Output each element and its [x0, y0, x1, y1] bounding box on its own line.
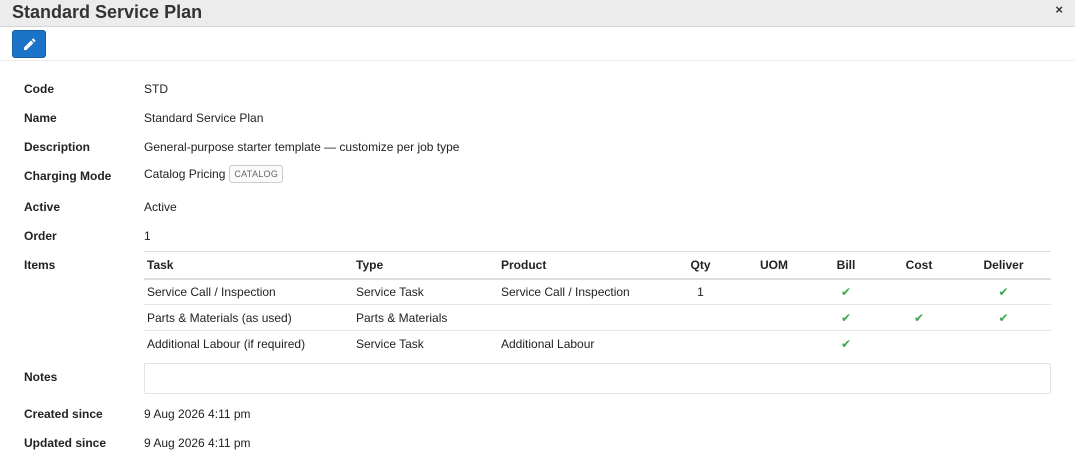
cost-check-icon: ✔ [882, 304, 956, 331]
description-label: Description [24, 140, 91, 154]
charging-mode-value: Catalog Pricing CATALOG [144, 165, 284, 184]
cell-product: Service Call / Inspection [498, 278, 663, 305]
code-value: STD [144, 82, 168, 96]
table-row: Additional Labour (if required) Service … [144, 331, 1051, 357]
name-label: Name [24, 111, 57, 125]
column-header-task: Task [144, 251, 353, 280]
deliver-check-icon: ✔ [956, 278, 1051, 305]
order-label: Order [24, 229, 57, 243]
created-label: Created since [24, 407, 103, 421]
charging-mode-label: Charging Mode [24, 169, 112, 183]
bill-check-icon: ✔ [810, 304, 882, 331]
code-label: Code [24, 82, 54, 96]
cell-type: Parts & Materials [353, 304, 498, 331]
updated-value: 9 Aug 2026 4:11 pm [144, 436, 251, 450]
cell-task: Additional Labour (if required) [147, 336, 306, 351]
cost-check-icon [882, 278, 956, 305]
table-row: Parts & Materials (as used) Parts & Mate… [144, 304, 1051, 331]
column-header-product: Product [498, 251, 663, 280]
cell-qty [663, 331, 738, 357]
cell-product [498, 304, 663, 331]
cell-uom [738, 304, 810, 331]
column-header-type: Type [353, 251, 498, 280]
active-label: Active [24, 200, 61, 214]
active-value: Active [144, 200, 177, 214]
window-header: Standard Service Plan × [0, 0, 1075, 27]
cell-qty: 1 [663, 278, 738, 305]
column-header-cost: Cost [882, 251, 956, 280]
cell-type: Service Task [356, 336, 424, 351]
order-value: 1 [144, 229, 151, 243]
cell-product: Additional Labour [501, 336, 595, 351]
column-header-deliver: Deliver [956, 251, 1051, 280]
cost-check-icon [882, 331, 956, 357]
cell-task: Service Call / Inspection [144, 278, 353, 305]
toolbar [0, 27, 1075, 61]
table-row: Service Call / Inspection Service Task S… [144, 278, 1051, 305]
notes-label: Notes [24, 370, 58, 384]
updated-label: Updated since [24, 436, 107, 450]
cell-task: Parts & Materials (as used) [144, 304, 353, 331]
cell-uom [738, 278, 810, 305]
bill-check-icon: ✔ [810, 278, 882, 305]
name-value: Standard Service Plan [144, 111, 264, 125]
edit-button[interactable] [12, 30, 46, 58]
created-value: 9 Aug 2026 4:11 pm [144, 407, 251, 421]
table-header-row: Task Type Product Qty UOM Bill Cost Deli… [144, 251, 1051, 280]
deliver-check-icon: ✔ [956, 304, 1051, 331]
deliver-check-icon [956, 331, 1051, 357]
page-title: Standard Service Plan [12, 2, 203, 22]
column-header-uom: UOM [738, 251, 810, 280]
charging-mode-text: Catalog Pricing [144, 167, 226, 182]
bill-check-icon: ✔ [840, 336, 852, 351]
close-icon[interactable]: × [1055, 3, 1063, 17]
cell-type: Service Task [353, 278, 498, 305]
pencil-icon [24, 38, 36, 50]
column-header-qty: Qty [663, 251, 738, 280]
charging-mode-badge: CATALOG [229, 165, 284, 183]
notes-field [144, 363, 1051, 394]
items-label: Items [24, 258, 56, 272]
items-table: Task Type Product Qty UOM Bill Cost Deli… [144, 251, 1051, 357]
cell-uom [738, 331, 810, 357]
description-value: General-purpose starter template — custo… [144, 140, 460, 154]
column-header-bill: Bill [810, 251, 882, 280]
cell-qty [663, 304, 738, 331]
